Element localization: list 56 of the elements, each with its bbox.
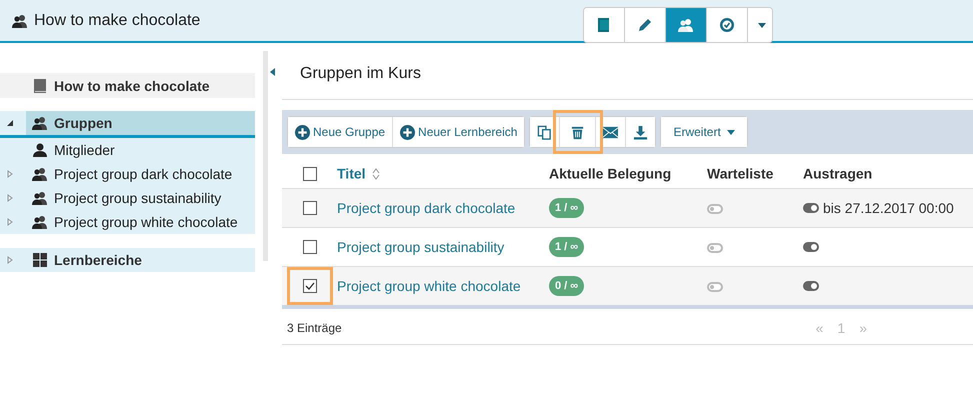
add-button[interactable]: Neue Gruppe — [288, 117, 394, 147]
tree-item[interactable]: Mitglieder — [0, 138, 255, 162]
caret-icon — [726, 130, 735, 134]
users-icon — [32, 190, 48, 206]
dropdown-button[interactable]: Erweitert — [661, 117, 747, 147]
book-icon — [32, 78, 48, 94]
caret-icon — [758, 22, 766, 28]
trash-icon — [570, 124, 586, 140]
waitlist-toggle[interactable] — [707, 204, 723, 214]
occupancy-badge: 1 / ∞ — [549, 198, 584, 218]
view-button[interactable] — [584, 8, 626, 42]
users-icon — [32, 214, 48, 230]
waitlist-toggle[interactable] — [707, 243, 723, 254]
copy-button[interactable] — [530, 117, 560, 147]
group-link[interactable]: Project group sustainability — [337, 239, 504, 255]
occupancy-badge: 1 / ∞ — [549, 237, 584, 257]
tree-item[interactable]: Project group sustainability — [0, 186, 255, 210]
users-icon — [32, 115, 48, 131]
user-icon — [32, 142, 48, 158]
page-heading: Gruppen im Kurs — [282, 43, 973, 100]
users-icon — [32, 166, 48, 182]
grid-icon — [32, 252, 48, 268]
entry-count: 3 Einträge — [287, 321, 342, 335]
pencil-icon — [637, 17, 654, 33]
plus-icon — [295, 124, 310, 140]
collapse-icon[interactable] — [270, 68, 275, 76]
course-title: How to make chocolate — [34, 12, 200, 30]
plus-icon — [400, 124, 416, 140]
waitlist-toggle[interactable] — [707, 282, 723, 292]
column-header: Warteliste — [707, 166, 774, 182]
users-icon — [678, 17, 694, 33]
copy-icon — [537, 124, 552, 140]
column-header: Austragen — [803, 166, 872, 182]
badge-icon — [719, 17, 736, 33]
select-all-checkbox[interactable] — [302, 167, 316, 182]
signout-toggle[interactable] — [803, 281, 819, 291]
sortable-column-header[interactable]: Titel — [337, 166, 366, 182]
mail-icon — [603, 124, 618, 140]
download-icon — [633, 124, 648, 140]
tree-item[interactable]: Lernbereiche — [0, 248, 255, 272]
course-item[interactable]: How to make chocolate — [0, 73, 255, 98]
tree-item[interactable]: Project group white chocolate — [0, 210, 255, 234]
tree-item[interactable]: Gruppen — [0, 111, 255, 138]
sort-icon[interactable] — [372, 168, 380, 180]
signout-toggle[interactable] — [803, 242, 819, 252]
tree-item[interactable]: Project group dark chocolate — [0, 162, 255, 186]
view-button[interactable] — [666, 8, 708, 42]
users-icon — [12, 13, 28, 29]
column-header: Aktuelle Belegung — [549, 166, 672, 182]
signout-toggle[interactable] — [803, 203, 819, 213]
row-checkbox[interactable] — [302, 201, 316, 215]
occupancy-badge: 0 / ∞ — [549, 276, 584, 296]
signout-deadline: bis 27.12.2017 00:00 — [823, 200, 954, 216]
row-checkbox[interactable] — [302, 279, 316, 293]
collapse-icon[interactable] — [6, 119, 14, 127]
row-checkbox[interactable] — [302, 240, 316, 254]
